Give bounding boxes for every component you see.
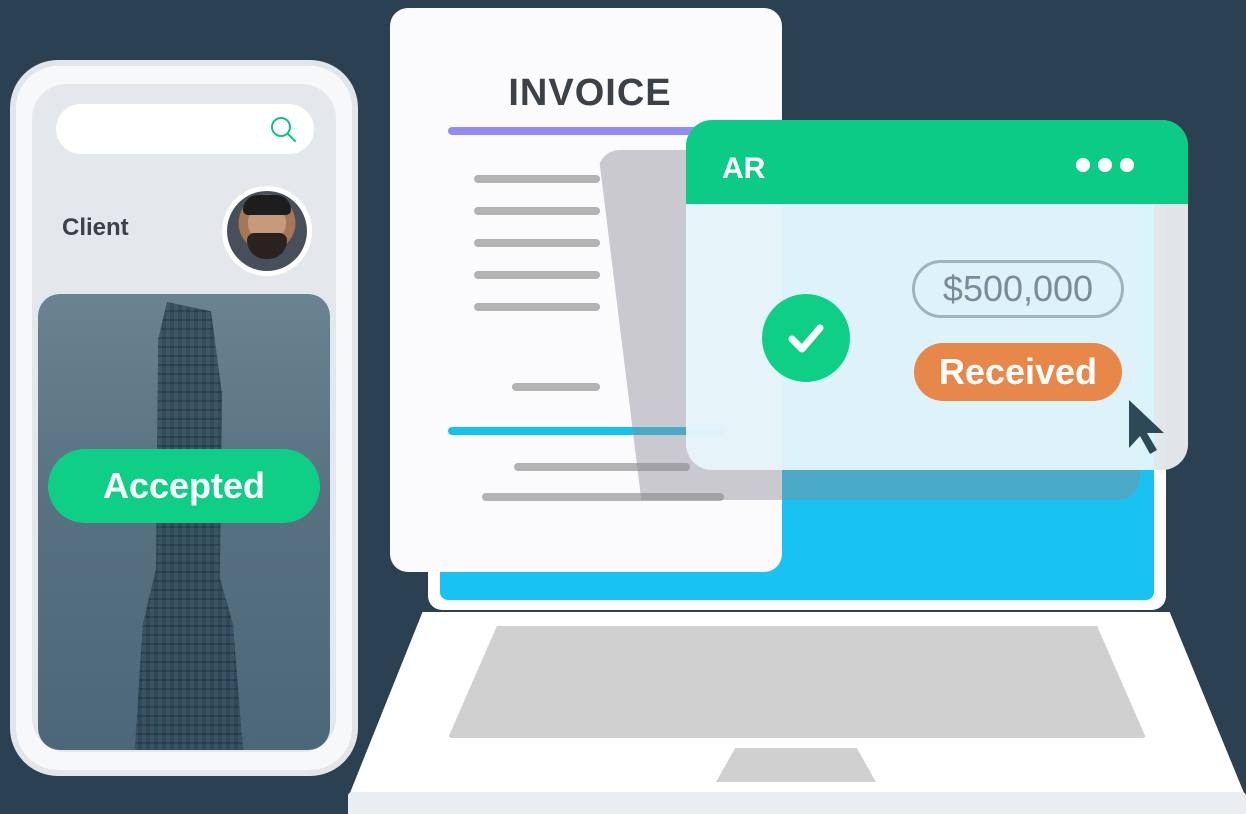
search-icon[interactable] [268, 114, 298, 144]
avatar-hair [243, 195, 291, 215]
avatar-photo [227, 191, 307, 271]
invoice-header-divider [448, 127, 726, 135]
invoice-total-line [512, 383, 600, 391]
accepted-badge: Accepted [48, 449, 320, 523]
received-button[interactable]: Received [914, 343, 1122, 401]
avatar[interactable] [222, 186, 312, 276]
ar-window-title: AR [722, 152, 766, 185]
client-label: Client [62, 214, 129, 241]
invoice-title: INVOICE [508, 72, 672, 114]
laptop-base-edge [348, 792, 1246, 814]
more-dots-icon[interactable] [1076, 158, 1134, 172]
laptop-trackpad [716, 748, 876, 782]
laptop-keyboard [448, 626, 1146, 738]
dot [1098, 158, 1112, 172]
invoice-line [474, 239, 600, 247]
tower-window-lines [134, 302, 244, 750]
invoice-line [474, 207, 600, 215]
checkmark-glyph [788, 324, 824, 353]
dot [1120, 158, 1134, 172]
check-icon [762, 294, 850, 382]
cursor-icon [1129, 400, 1164, 454]
dot [1076, 158, 1090, 172]
invoice-line [474, 303, 600, 311]
amount-field: $500,000 [912, 260, 1124, 318]
avatar-beard [247, 233, 287, 259]
invoice-line [474, 271, 600, 279]
invoice-line [474, 175, 600, 183]
